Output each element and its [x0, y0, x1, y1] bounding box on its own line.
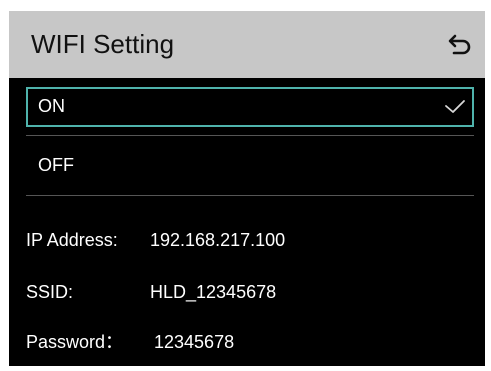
ssid-row: SSID: HLD_12345678	[26, 280, 276, 304]
password-value: 12345678	[154, 332, 235, 352]
password-row: Password： 12345678	[26, 330, 234, 354]
wifi-off-label: OFF	[38, 155, 74, 175]
return-icon	[448, 34, 471, 55]
header-bar: WIFI Setting	[9, 11, 485, 78]
page-title: WIFI Setting	[31, 29, 175, 59]
divider	[26, 195, 474, 196]
wifi-on-option[interactable]: ON	[26, 87, 474, 127]
ip-address-label: IP Address:	[26, 230, 118, 250]
wifi-setting-screen: WIFI Setting ON OFF IP Address: 192.168.…	[9, 11, 485, 366]
ip-address-row: IP Address: 192.168.217.100	[26, 228, 285, 252]
ssid-value: HLD_12345678	[150, 282, 277, 302]
divider	[26, 135, 474, 136]
back-button[interactable]	[445, 29, 475, 59]
password-label: Password：	[26, 332, 124, 352]
ip-address-value: 192.168.217.100	[150, 230, 286, 250]
wifi-off-option[interactable]: OFF	[26, 146, 474, 186]
ssid-label: SSID:	[26, 282, 74, 302]
check-icon	[445, 100, 465, 113]
wifi-on-label: ON	[38, 96, 65, 116]
